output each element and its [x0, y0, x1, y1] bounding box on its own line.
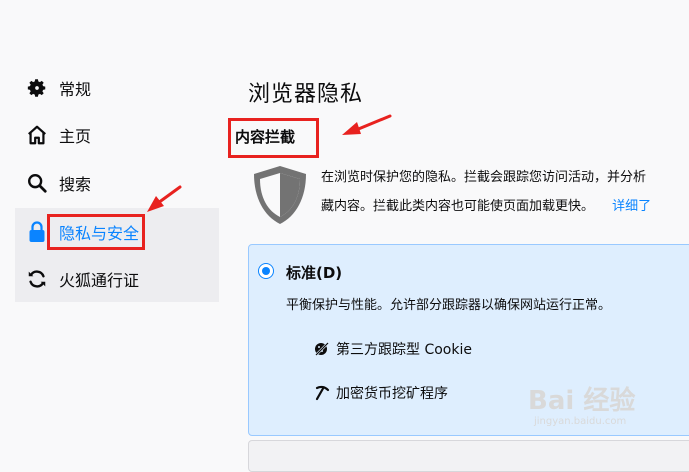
- watermark-sub: jingyan.baidu.com: [534, 416, 627, 427]
- watermark-text: Bai 经验: [528, 386, 636, 416]
- arrow-icon: [147, 185, 182, 212]
- arrow-icon: [342, 114, 392, 135]
- watermark: Bai 经验 jingyan.baidu.com: [528, 386, 635, 427]
- annotation-arrows: [147, 114, 392, 212]
